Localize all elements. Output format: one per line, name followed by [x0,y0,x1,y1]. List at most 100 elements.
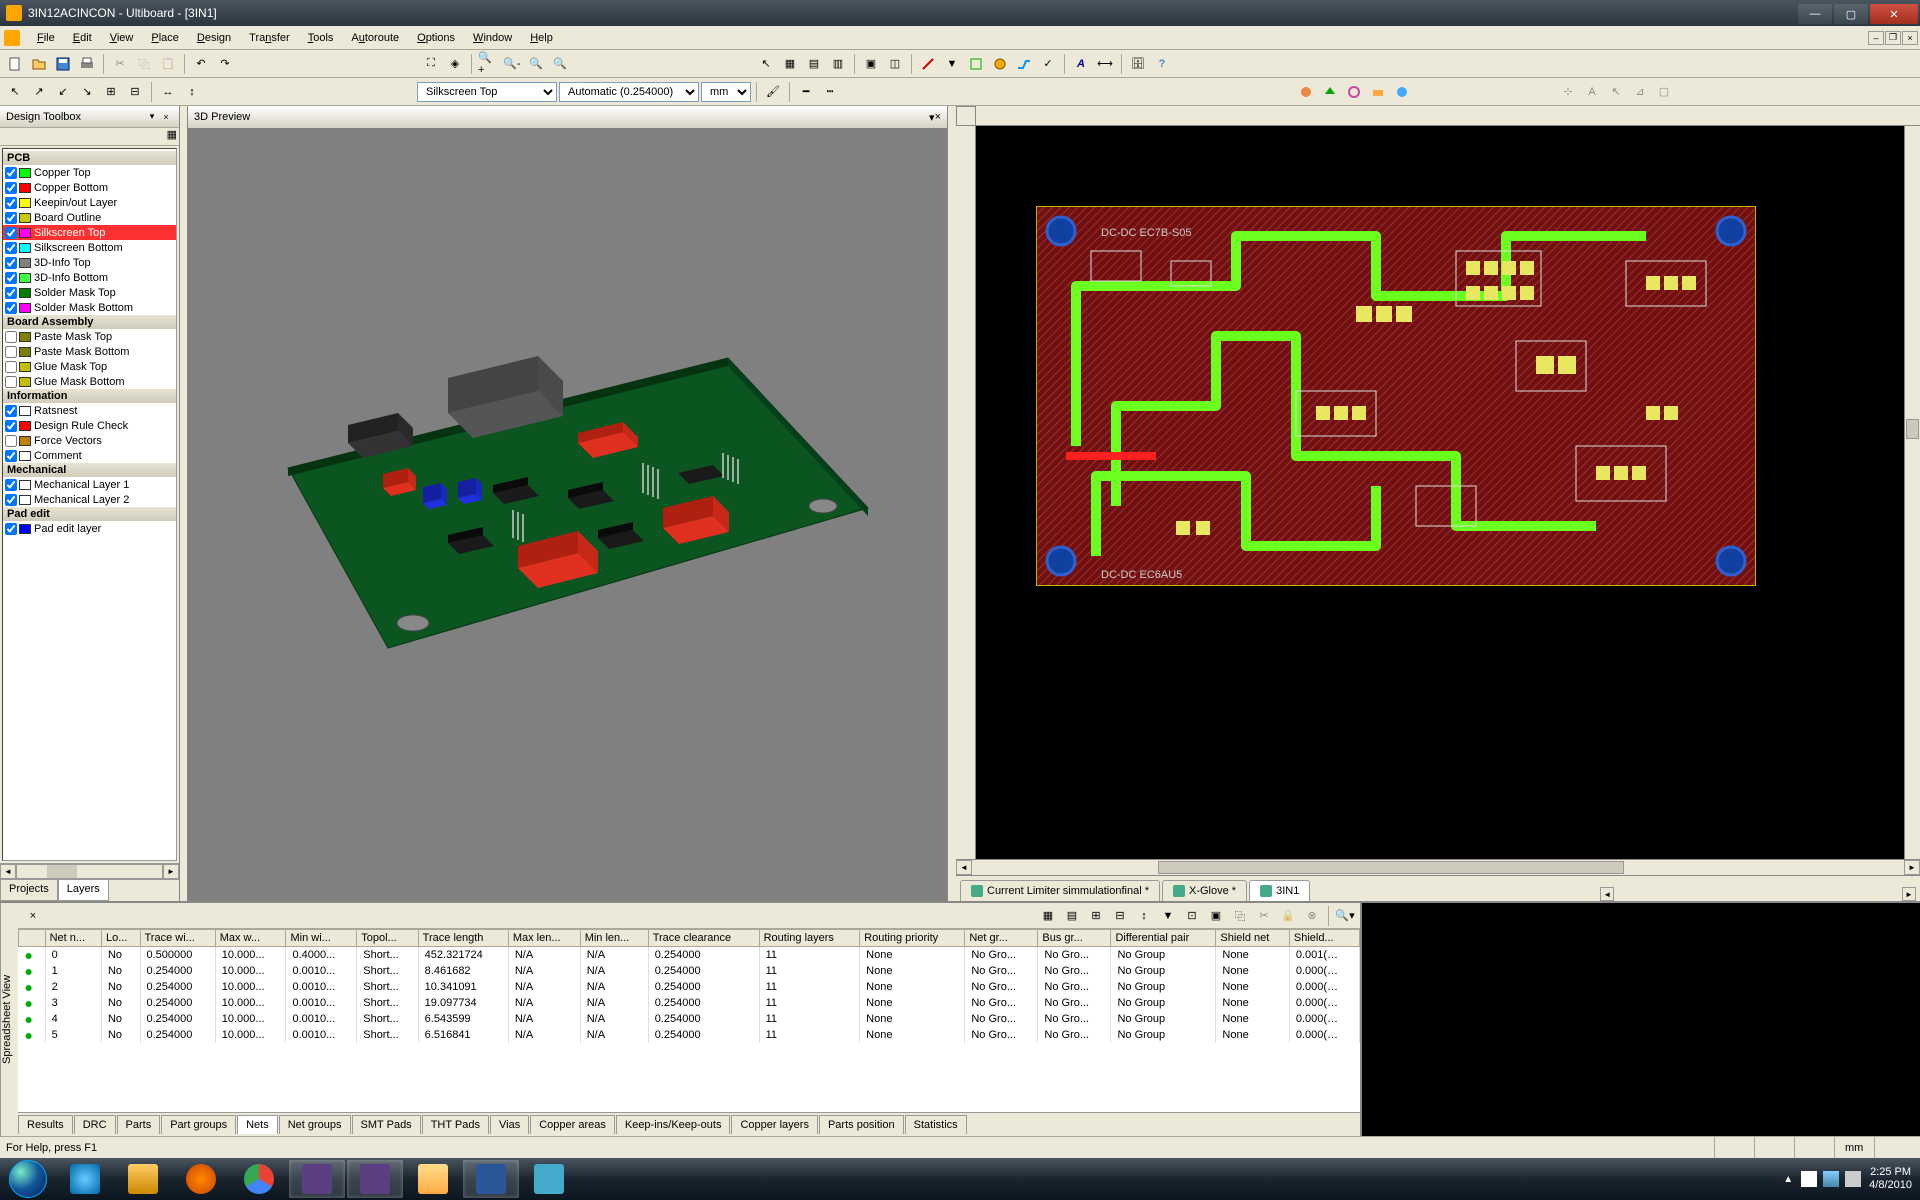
layer-group[interactable]: PCB [3,151,176,165]
zoom-out-button[interactable]: 🔍- [501,53,523,75]
splitter-center[interactable] [948,106,956,901]
sheet-btn-10[interactable]: ✂ [1253,905,1275,927]
align-5[interactable]: ⊞ [100,81,122,103]
tool-5[interactable]: ◫ [884,53,906,75]
sheet-tab[interactable]: THT Pads [422,1115,489,1134]
doc-tab-2[interactable]: 3IN1 [1249,880,1310,901]
layer-item[interactable]: Comment [3,448,176,463]
menu-window[interactable]: Window [464,29,521,47]
print-button[interactable] [76,53,98,75]
table-row[interactable]: ●3No0.25400010.000...0.0010...Short...19… [19,995,1360,1011]
shape-tool[interactable] [965,53,987,75]
sheet-btn-8[interactable]: ▣ [1205,905,1227,927]
panel-dropdown[interactable]: ▾ [145,110,159,124]
align-3[interactable]: ↙ [52,81,74,103]
layer-checkbox[interactable] [5,420,17,432]
column-header[interactable]: Trace wi... [140,930,215,947]
system-tray[interactable]: ▲ 2:25 PM4/8/2010 [1783,1166,1912,1192]
open-button[interactable] [28,53,50,75]
tray-flag-icon[interactable] [1801,1171,1817,1187]
column-header[interactable]: Net n... [45,930,101,947]
layer-checkbox[interactable] [5,450,17,462]
maximize-button[interactable]: ▢ [1834,4,1868,24]
dim-tool[interactable]: ⟷ [1094,53,1116,75]
sheet-tab[interactable]: Copper layers [731,1115,817,1134]
start-button[interactable] [0,1158,56,1200]
mdi-restore[interactable]: ❐ [1885,31,1901,45]
layer-group[interactable]: Mechanical [3,463,176,477]
table-row[interactable]: ●2No0.25400010.000...0.0010...Short...10… [19,979,1360,995]
sheet-tab[interactable]: Parts position [819,1115,904,1134]
column-header[interactable]: Max w... [215,930,286,947]
layer-item[interactable]: Solder Mask Top [3,285,176,300]
layer-item[interactable]: Ratsnest [3,403,176,418]
tool-1[interactable]: ▦ [779,53,801,75]
save-button[interactable] [52,53,74,75]
menu-view[interactable]: View [101,29,143,47]
zoom-in-button[interactable]: 🔍+ [477,53,499,75]
sheet-tab[interactable]: Net groups [279,1115,351,1134]
tab-layers[interactable]: Layers [58,880,109,901]
sheet-tab[interactable]: Statistics [905,1115,967,1134]
menu-help[interactable]: Help [521,29,562,47]
layer-item[interactable]: Glue Mask Bottom [3,374,176,389]
layer-checkbox[interactable] [5,435,17,447]
3d-tool-1[interactable] [1295,81,1317,103]
undo-button[interactable]: ↶ [190,53,212,75]
layer-item[interactable]: Copper Top [3,165,176,180]
unit-select[interactable]: mm [701,82,751,102]
table-row[interactable]: ●4No0.25400010.000...0.0010...Short...6.… [19,1011,1360,1027]
drc-tool[interactable]: ✓ [1037,53,1059,75]
copy-button[interactable]: ⿻ [133,53,155,75]
text-tool[interactable]: A [1070,53,1092,75]
layer-group[interactable]: Pad edit [3,507,176,521]
layer-checkbox[interactable] [5,376,17,388]
sheet-tab[interactable]: SMT Pads [352,1115,421,1134]
menu-place[interactable]: Place [142,29,188,47]
tab-nav-left[interactable]: ◄ [1600,887,1614,901]
column-header[interactable]: Bus gr... [1038,930,1111,947]
tray-volume-icon[interactable] [1845,1171,1861,1187]
layer-checkbox[interactable] [5,494,17,506]
taskbar-ie[interactable] [57,1160,113,1198]
2d-canvas[interactable]: DC-DC EC7B-S05 DC-DC EC6AU5 [976,126,1904,859]
layer-item[interactable]: Force Vectors [3,433,176,448]
layer-item[interactable]: 3D-Info Bottom [3,270,176,285]
grid-select[interactable]: Automatic (0.254000) [559,82,699,102]
sheet-tab[interactable]: Nets [237,1115,278,1134]
sheet-tab[interactable]: Parts [117,1115,161,1134]
align-6[interactable]: ⊟ [124,81,146,103]
layer-select[interactable]: Silkscreen Top [417,82,557,102]
layer-item[interactable]: Silkscreen Bottom [3,240,176,255]
panel-close[interactable]: × [159,110,173,124]
3d-close[interactable]: × [935,111,941,123]
layer-checkbox[interactable] [5,227,17,239]
db-tool[interactable]: 🗄 [1127,53,1149,75]
sheet-grid[interactable]: Net n...Lo...Trace wi...Max w...Min wi..… [18,929,1360,1112]
layer-item[interactable]: Board Outline [3,210,176,225]
layer-item[interactable]: Copper Bottom [3,180,176,195]
sheet-btn-1[interactable]: ▦ [1037,905,1059,927]
layer-checkbox[interactable] [5,479,17,491]
column-header[interactable]: Min wi... [286,930,357,947]
layer-checkbox[interactable] [5,197,17,209]
align-8[interactable]: ↕ [181,81,203,103]
layer-item[interactable]: Mechanical Layer 1 [3,477,176,492]
sheet-tab[interactable]: Part groups [161,1115,236,1134]
nav-4[interactable]: ⊿ [1629,81,1651,103]
sheet-btn-3[interactable]: ⊞ [1085,905,1107,927]
layer-item[interactable]: Keepin/out Layer [3,195,176,210]
redo-button[interactable]: ↷ [214,53,236,75]
layer-tree[interactable]: PCBCopper TopCopper BottomKeepin/out Lay… [2,148,177,861]
menu-design[interactable]: Design [188,29,240,47]
column-header[interactable]: Topol... [357,930,418,947]
tool-3[interactable]: ▥ [827,53,849,75]
menu-transfer[interactable]: Transfer [240,29,299,47]
spreadsheet-label[interactable]: Spreadsheet View [0,903,18,1136]
column-header[interactable]: Routing priority [860,930,965,947]
column-header[interactable]: Min len... [580,930,648,947]
fullscreen-button[interactable]: ⛶ [420,53,442,75]
taskbar-wmp[interactable] [173,1160,229,1198]
sheet-tab[interactable]: Results [18,1115,73,1134]
taskbar-folder[interactable] [405,1160,461,1198]
